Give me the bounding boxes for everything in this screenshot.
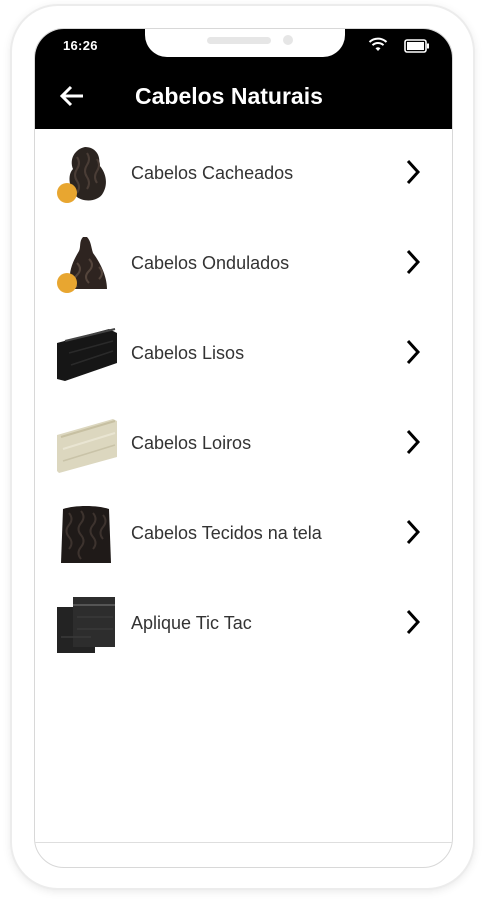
back-button[interactable]: [57, 81, 87, 111]
list-item-label: Cabelos Ondulados: [131, 253, 290, 273]
list-item-cabelos-loiros[interactable]: Cabelos Loiros: [35, 399, 452, 489]
page-title: Cabelos Naturais: [135, 83, 323, 109]
wavy-hair-bundle-icon: [55, 233, 117, 295]
speaker-grille: [207, 37, 271, 44]
wifi-icon: [368, 37, 388, 58]
blonde-hair-weft-icon: [55, 413, 117, 475]
status-time: 16:26: [63, 38, 98, 53]
chevron-right-icon: [404, 427, 422, 462]
list-item-label: Aplique Tic Tac: [131, 613, 252, 633]
chevron-right-icon: [404, 157, 422, 192]
list-item-cabelos-ondulados[interactable]: Cabelos Ondulados: [35, 219, 452, 309]
list-item-aplique-tic-tac[interactable]: Aplique Tic Tac: [35, 579, 452, 669]
notch: [145, 29, 345, 57]
battery-icon: [404, 39, 430, 58]
list-item-cabelos-cacheados[interactable]: Cabelos Cacheados: [35, 129, 452, 219]
category-list: Cabelos Cacheados Cabelos Ondulados Cabe…: [35, 129, 452, 669]
app-bar: Cabelos Naturais: [35, 63, 452, 129]
screen: 16:26 Cabelos Naturais Cabelos Cacheados…: [34, 28, 453, 868]
chevron-right-icon: [404, 337, 422, 372]
chevron-right-icon: [404, 607, 422, 642]
list-item-label: Cabelos Loiros: [131, 433, 252, 453]
woven-hair-weft-icon: [55, 503, 117, 565]
bottom-edge: [35, 842, 452, 867]
straight-hair-weft-icon: [55, 323, 117, 385]
chevron-right-icon: [404, 517, 422, 552]
status-bar: 16:26: [35, 29, 452, 63]
clip-in-extension-icon: [55, 593, 117, 655]
list-item-label: Cabelos Lisos: [131, 343, 245, 363]
list-item-label: Cabelos Cacheados: [131, 163, 294, 183]
curly-hair-bundle-icon: [55, 143, 117, 205]
list-item-label: Cabelos Tecidos na tela: [131, 523, 322, 543]
list-item-cabelos-lisos[interactable]: Cabelos Lisos: [35, 309, 452, 399]
phone-frame: 16:26 Cabelos Naturais Cabelos Cacheados…: [12, 6, 473, 888]
arrow-left-icon: [59, 85, 83, 107]
chevron-right-icon: [404, 247, 422, 282]
front-camera: [283, 35, 293, 45]
list-item-cabelos-tecidos-na-tela[interactable]: Cabelos Tecidos na tela: [35, 489, 452, 579]
